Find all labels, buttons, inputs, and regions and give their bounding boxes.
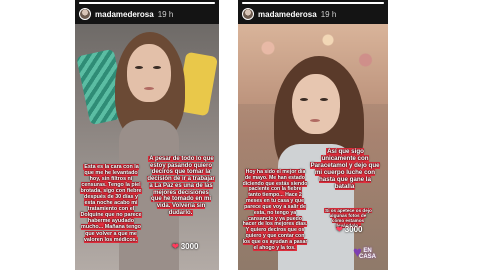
username[interactable]: madamederosa [95, 10, 154, 19]
story-progress-bar [79, 2, 215, 4]
en-casa-sticker: ♥ EN CASA [350, 244, 376, 262]
avatar[interactable] [79, 8, 91, 20]
story-frame-2[interactable]: madamederosa 19 h Hoy ha sido el mejor d… [238, 0, 388, 270]
like-count: ❤ 3000 [336, 225, 363, 234]
story-caption-right: A pesar de todo lo que estoy pasando qui… [147, 156, 215, 216]
avatar[interactable] [242, 8, 254, 20]
story-frame-1[interactable]: madamederosa 19 h Esta es la cara con la… [75, 0, 219, 270]
story-header: madamederosa 19 h [79, 6, 215, 22]
story-progress-bar [242, 2, 384, 4]
username[interactable]: madamederosa [258, 10, 317, 19]
heart-icon: ❤ [336, 225, 343, 234]
story-header: madamederosa 19 h [242, 6, 384, 22]
story-photo: Hoy ha sido el mejor día de mayo. Me han… [238, 24, 388, 270]
story-time: 19 h [157, 9, 174, 19]
story-time: 19 h [320, 9, 337, 19]
story-caption-left: Esta es la cara con la que me he levanta… [80, 164, 142, 243]
story-caption-left: Hoy ha sido el mejor día de mayo. Me han… [242, 169, 308, 251]
story-caption-right: Así que sigo únicamente con Paracetamol … [310, 148, 380, 190]
story-photo: Esta es la cara con la que me he levanta… [75, 24, 219, 270]
heart-icon: ❤ [172, 242, 179, 251]
like-count: ❤ 3000 [172, 242, 199, 251]
